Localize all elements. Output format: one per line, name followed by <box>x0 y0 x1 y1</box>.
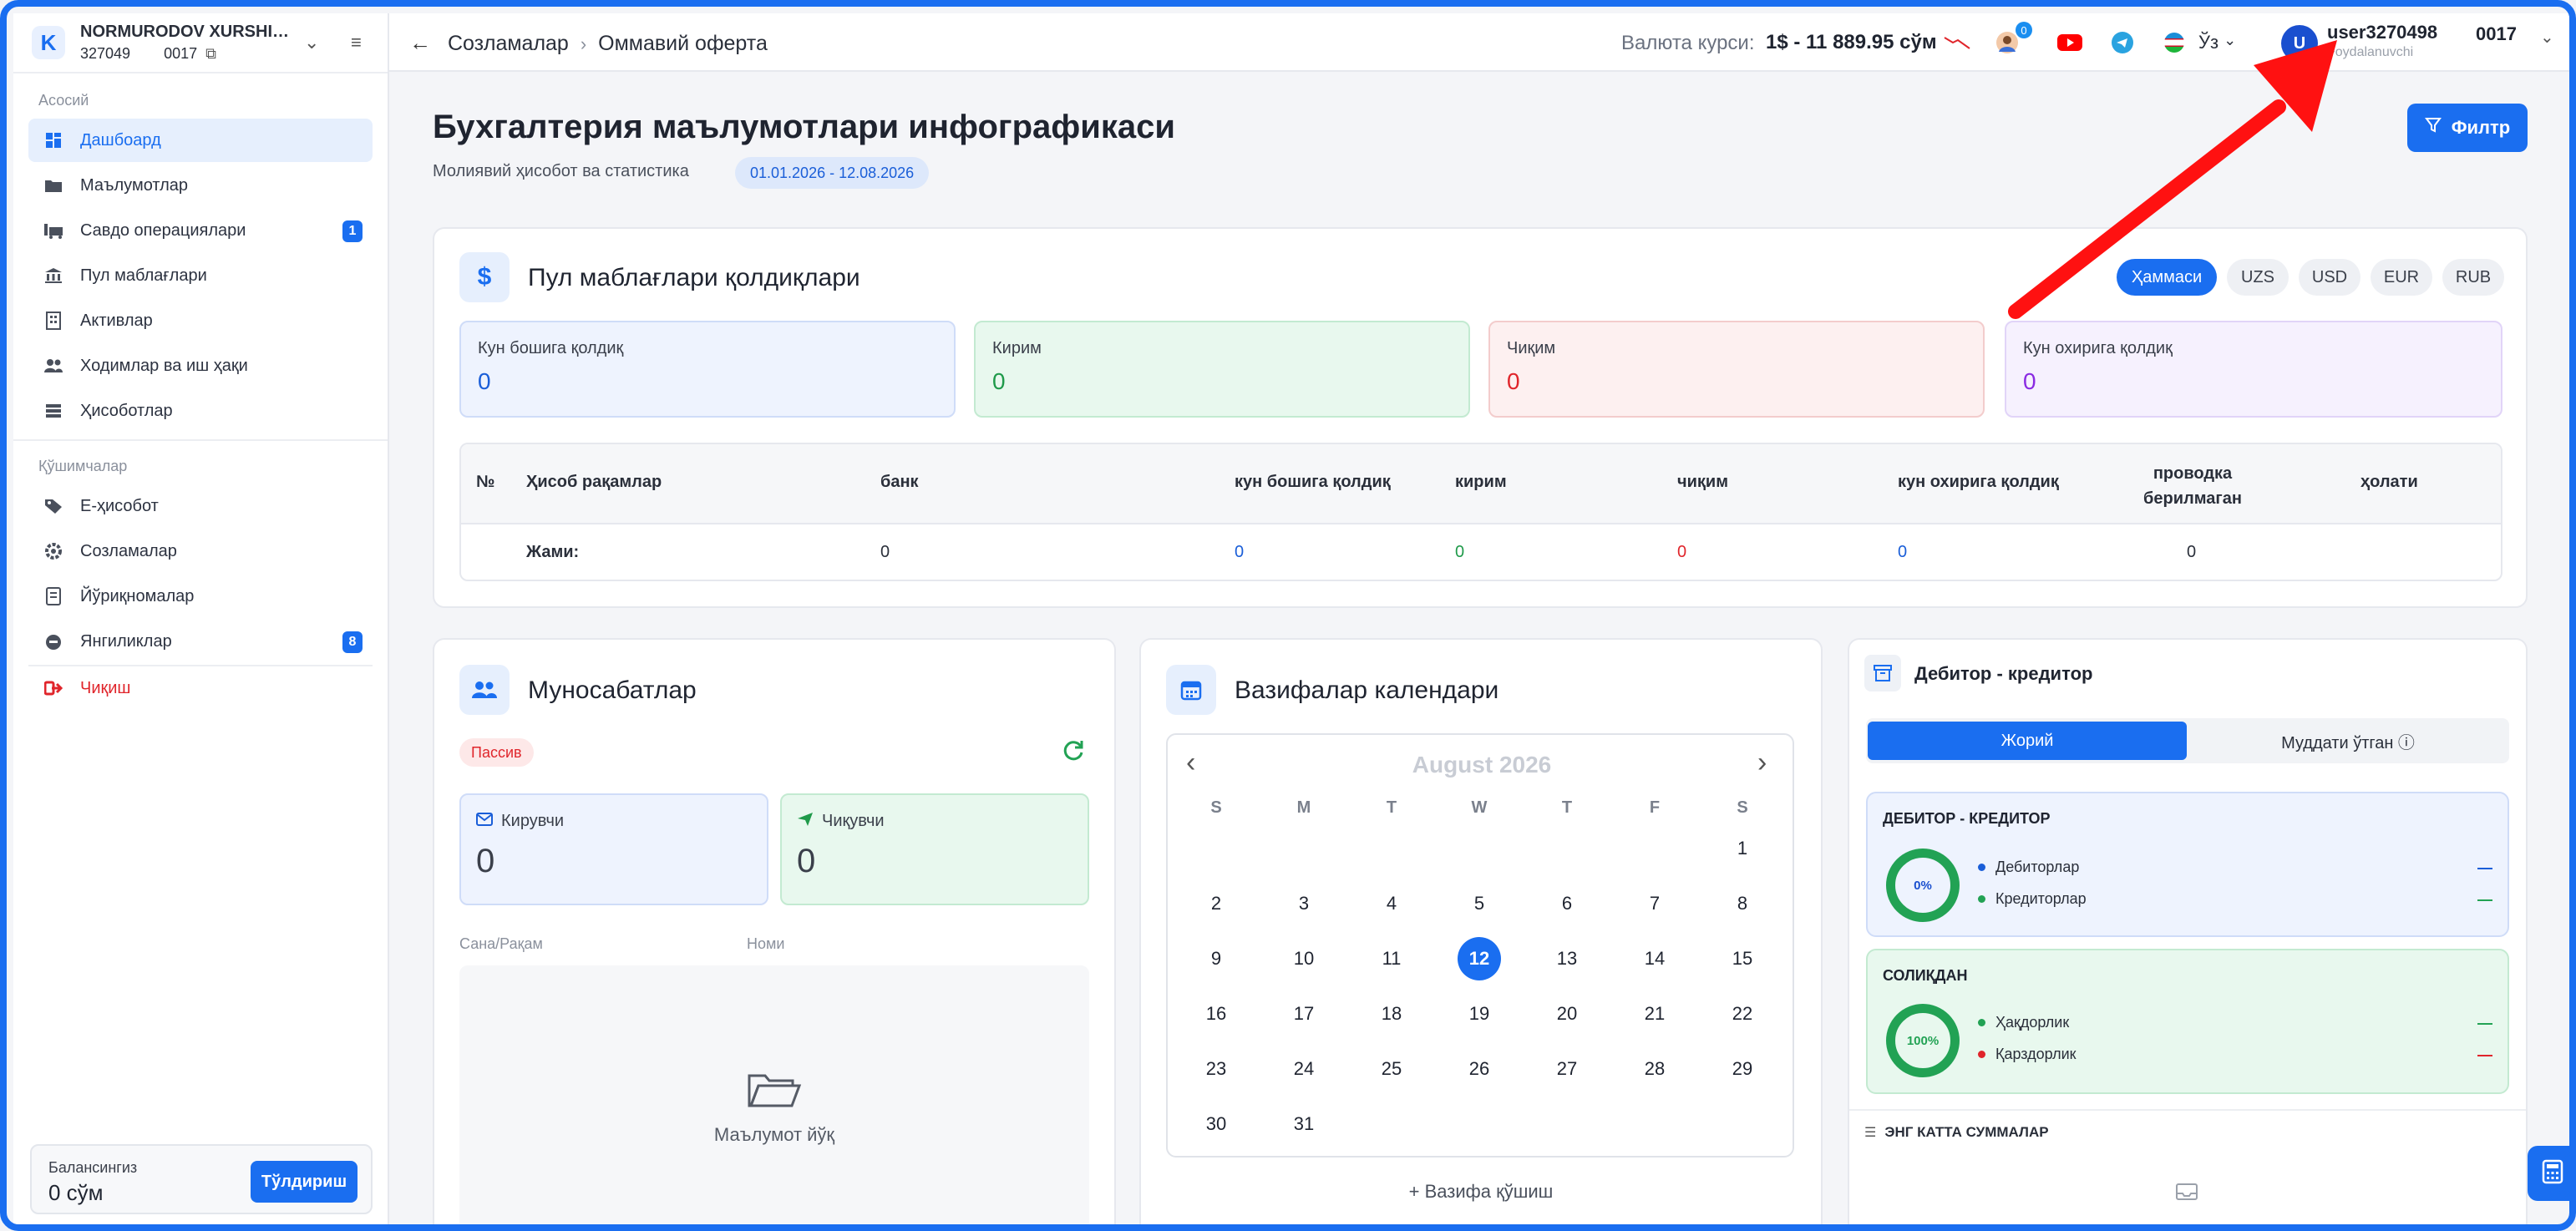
annotation-arrow-icon <box>2008 40 2337 319</box>
app-window: K NORMURODOV XURSHID... 327049 0017 ⧉ ⌄ … <box>0 0 2576 1231</box>
